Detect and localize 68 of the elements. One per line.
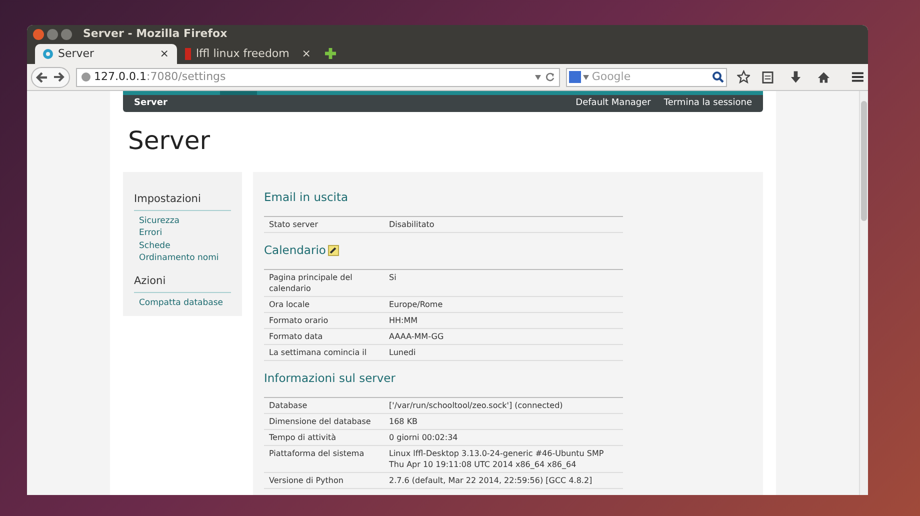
address-field[interactable]: 127.0.0.1:7080/settings: [76, 68, 560, 86]
sidebar-link[interactable]: Schede: [134, 240, 231, 252]
field-label: Versione di Python: [268, 475, 344, 486]
star-icon[interactable]: [736, 70, 750, 84]
top-bar-link[interactable]: Termina la sessione: [664, 96, 752, 110]
sidebar-link[interactable]: Sicurezza: [134, 214, 231, 228]
field-label: Stato server: [268, 219, 320, 230]
field-value: Disabilitato: [389, 219, 436, 230]
field-value: 168 KB: [389, 416, 419, 427]
field-value: 0 giorni 00:02:34: [389, 432, 459, 443]
url-path: :7080/settings: [146, 68, 226, 85]
field-label: Dimensione del database: [268, 416, 372, 427]
field-value: Lunedi: [389, 347, 417, 358]
top-bar-link[interactable]: Default Manager: [576, 96, 651, 110]
field-label: La settimana comincia il: [268, 347, 368, 358]
globe-icon: [81, 72, 91, 82]
tab-favicon-icon: [43, 49, 53, 59]
maximize-icon[interactable]: [61, 28, 72, 40]
search-placeholder: Google: [592, 68, 632, 85]
field-value: AAAA-MM-GG: [389, 331, 445, 342]
scrollbar[interactable]: [859, 91, 868, 495]
dropdown-icon[interactable]: [534, 74, 541, 80]
search-icon[interactable]: [712, 71, 724, 83]
edit-pencil-icon[interactable]: [328, 244, 339, 256]
field-label: Piattaforma del sistema: [268, 448, 366, 460]
tab-close-icon[interactable]: ×: [160, 46, 169, 62]
browser-tab[interactable]: lffl linux freedom ×: [177, 44, 319, 64]
back-forward-buttons[interactable]: [31, 66, 70, 88]
section-heading: Informazioni sul server: [264, 370, 396, 386]
clipboard-icon[interactable]: [762, 70, 774, 84]
forward-arrow-icon[interactable]: [53, 71, 65, 83]
tab-label: lffl linux freedom: [196, 46, 290, 62]
field-value: Europe/Rome: [389, 299, 444, 310]
field-label: Database: [268, 400, 308, 411]
tab-label: Server: [58, 46, 96, 62]
search-engine-icon[interactable]: [568, 71, 581, 83]
browser-tab[interactable]: Server ×: [35, 44, 177, 64]
close-icon[interactable]: [33, 28, 44, 40]
field-label: Pagina principale del calendario: [268, 272, 354, 294]
field-value: ['/var/run/schooltool/zeo.sock'] (connected): [389, 400, 564, 411]
field-value: Si: [389, 272, 398, 284]
field-label: Formato orario: [268, 315, 330, 326]
sidebar-link[interactable]: Compatta database: [134, 297, 231, 310]
sidebar-heading: Azioni: [134, 274, 231, 294]
url-host: 127.0.0.1: [94, 68, 146, 85]
reload-icon[interactable]: [544, 72, 555, 82]
section-heading: Calendario: [264, 242, 326, 258]
home-icon[interactable]: [817, 70, 831, 84]
sidebar-link[interactable]: Errori: [134, 227, 231, 240]
sidebar-link[interactable]: Ordinamento nomi: [134, 252, 231, 264]
menu-icon[interactable]: [850, 71, 864, 83]
field-value: 2.7.6 (default, Mar 22 2014, 22:59:56) [GCC 4.8.2]: [389, 475, 594, 486]
site-title: Server: [134, 96, 168, 110]
field-value: HH:MM: [389, 315, 419, 326]
dropdown-icon[interactable]: [582, 74, 589, 80]
download-icon[interactable]: [790, 70, 802, 84]
field-label: Ora locale: [268, 299, 311, 310]
minimize-icon[interactable]: [47, 28, 58, 40]
page-title: Server: [128, 126, 211, 156]
new-tab-icon[interactable]: [325, 48, 336, 59]
window-title: Server - Mozilla Firefox: [83, 26, 228, 42]
field-label: Formato data: [268, 331, 324, 342]
sidebar-heading: Impostazioni: [134, 192, 231, 211]
tab-favicon-icon: [185, 48, 191, 60]
field-label: Tempo di attività: [268, 432, 337, 443]
section-heading: Email in uscita: [264, 189, 348, 205]
tab-close-icon[interactable]: ×: [302, 46, 311, 62]
field-value: Linux lffl-Desktop 3.13.0-24-generic #46-Ubuntu SMP Thu Apr 10 19:11:08 UTC 2014 x86_64 x86_64: [389, 448, 605, 470]
